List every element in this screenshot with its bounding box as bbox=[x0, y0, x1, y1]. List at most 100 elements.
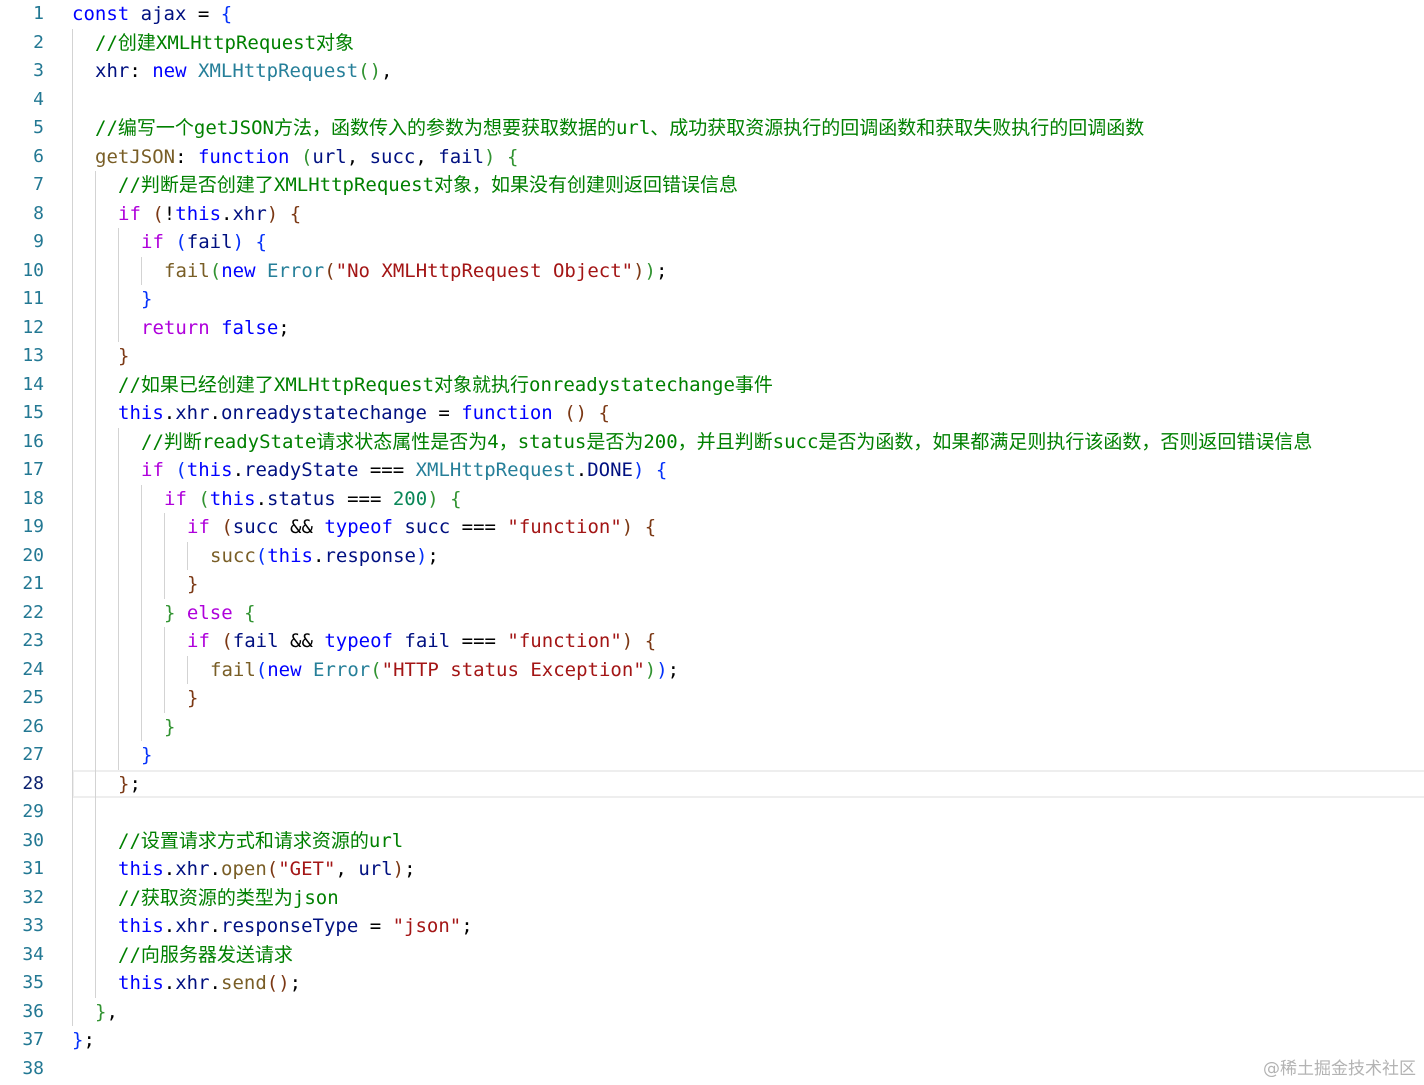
code-line[interactable]: 32 //获取资源的类型为json bbox=[0, 883, 1424, 912]
code-token: . bbox=[163, 858, 176, 880]
indent-guide bbox=[72, 627, 73, 656]
watermark: @稀土掘金技术社区 bbox=[1263, 1059, 1416, 1079]
code-token: send bbox=[221, 972, 267, 994]
indent-guide bbox=[72, 370, 73, 399]
code-token: } bbox=[72, 1029, 84, 1051]
line-number: 8 bbox=[33, 202, 44, 224]
code-line[interactable]: 22} else { bbox=[0, 598, 1424, 627]
code-token: url bbox=[312, 145, 347, 168]
code-token: "GET" bbox=[278, 858, 336, 880]
indent-guide bbox=[72, 142, 73, 171]
code-line[interactable]: 34 //向服务器发送请求 bbox=[0, 940, 1424, 969]
line-number: 2 bbox=[33, 31, 44, 53]
code-line[interactable]: 12 return false; bbox=[0, 313, 1424, 343]
indent-guide bbox=[72, 228, 73, 257]
code-token: ( bbox=[255, 658, 268, 681]
indent-guide bbox=[118, 627, 119, 656]
code-text: return false; bbox=[141, 314, 290, 343]
indent-guide bbox=[95, 855, 96, 884]
code-token: if bbox=[141, 459, 164, 481]
code-line[interactable]: 17 if (this.readyState === XMLHttpRequest… bbox=[0, 456, 1424, 485]
code-line[interactable]: 2 //创建XMLHttpRequest对象 bbox=[0, 28, 1424, 57]
indent-guide bbox=[72, 826, 73, 855]
code-line[interactable]: 21} bbox=[0, 570, 1424, 599]
code-line[interactable]: 38 bbox=[0, 1055, 1424, 1084]
code-line[interactable]: 30 //设置请求方式和请求资源的url bbox=[0, 826, 1424, 855]
code-token: function bbox=[197, 145, 290, 168]
code-line[interactable]: 8 if (!this.xhr) { bbox=[0, 199, 1424, 228]
indent-guide bbox=[95, 712, 96, 741]
code-text: } bbox=[141, 741, 152, 770]
code-line[interactable]: 20 succ(this.response); bbox=[0, 541, 1424, 570]
code-text: getJSON: function (url, succ, fail) { bbox=[95, 143, 518, 172]
code-token: "function" bbox=[507, 630, 622, 652]
code-token: ; bbox=[667, 658, 680, 681]
code-token: xhr bbox=[95, 60, 130, 82]
code-line[interactable]: 18 if (this.status === 200) { bbox=[0, 484, 1424, 513]
code-token: typeof bbox=[324, 516, 393, 538]
code-token: //如果已经创建了XMLHttpRequest对象就执行onreadystate… bbox=[118, 373, 773, 396]
code-token: ; bbox=[278, 316, 290, 339]
code-token: === bbox=[358, 459, 416, 481]
code-line[interactable]: 11} bbox=[0, 285, 1424, 314]
code-line[interactable]: 15 this.xhr.onreadystatechange = function… bbox=[0, 399, 1424, 428]
line-number: 30 bbox=[22, 829, 44, 851]
code-line[interactable]: 10 fail(new Error("No XMLHttpRequest Obje… bbox=[0, 256, 1424, 285]
indent-guide bbox=[118, 541, 119, 570]
indent-guide bbox=[72, 798, 73, 827]
code-token: this bbox=[118, 972, 164, 994]
indent-guide bbox=[95, 741, 96, 770]
code-line[interactable]: 9 if (fail) { bbox=[0, 228, 1424, 257]
code-line[interactable]: 36}, bbox=[0, 997, 1424, 1026]
code-token: } bbox=[164, 715, 176, 738]
code-token: ) bbox=[427, 487, 439, 510]
indent-guide bbox=[118, 228, 119, 257]
code-line[interactable]: 1 const ajax = { bbox=[0, 0, 1424, 29]
code-line[interactable]: 7 //判断是否创建了XMLHttpRequest对象，如果没有创建则返回错误信息 bbox=[0, 171, 1424, 200]
code-token: xhr bbox=[175, 402, 210, 424]
code-token: fail bbox=[404, 630, 451, 652]
code-line[interactable]: 5 //编写一个getJSON方法，函数传入的参数为想要获取数据的url、成功获取… bbox=[0, 114, 1424, 143]
code-line[interactable]: 13} bbox=[0, 342, 1424, 371]
code-editor[interactable]: 1 const ajax = {2//创建XMLHttpRequest对象 3 xhr… bbox=[0, 0, 1424, 1085]
code-line[interactable]: 26} bbox=[0, 712, 1424, 741]
indent-guide bbox=[72, 912, 73, 941]
code-line[interactable]: 25} bbox=[0, 684, 1424, 713]
code-line[interactable]: 6 getJSON: function (url, succ, fail) { bbox=[0, 142, 1424, 172]
code-line[interactable]: 14 //如果已经创建了XMLHttpRequest对象就执行onreadysta… bbox=[0, 370, 1424, 399]
code-token: === bbox=[335, 487, 393, 510]
code-token: fail bbox=[186, 231, 233, 253]
code-token: this bbox=[209, 487, 256, 510]
code-token: fail bbox=[164, 259, 210, 282]
line-number: 1 bbox=[33, 3, 44, 24]
code-token: succ bbox=[210, 544, 256, 567]
code-line[interactable]: 31 this.xhr.open("GET", url); bbox=[0, 855, 1424, 884]
code-token: this bbox=[118, 402, 164, 424]
code-token: } bbox=[95, 1000, 107, 1023]
code-line[interactable]: 3 xhr: new XMLHttpRequest(), bbox=[0, 57, 1424, 86]
line-number: 4 bbox=[33, 88, 44, 110]
code-line[interactable]: 37}; bbox=[0, 1026, 1424, 1055]
code-line[interactable]: 4 bbox=[0, 85, 1424, 114]
code-line[interactable]: 27} bbox=[0, 741, 1424, 770]
code-text: fail(new Error("HTTP status Exception"))… bbox=[210, 656, 679, 685]
code-line[interactable]: 35 this.xhr.send(); bbox=[0, 969, 1424, 998]
code-line[interactable]: 28}; bbox=[0, 769, 1424, 798]
code-token: responseType bbox=[221, 915, 359, 937]
line-number: 5 bbox=[33, 117, 44, 138]
indent-guide bbox=[118, 570, 119, 599]
code-line[interactable]: 23 if (fail && typeof fail === "function"… bbox=[0, 627, 1424, 656]
code-line[interactable]: 24 fail(new Error("HTTP status Exception"… bbox=[0, 655, 1424, 685]
indent-guide bbox=[95, 399, 96, 428]
indent-guide bbox=[72, 484, 73, 513]
code-token: "No XMLHttpRequest Object" bbox=[335, 259, 634, 282]
code-line[interactable]: 33 this.xhr.responseType = "json"; bbox=[0, 912, 1424, 941]
code-line[interactable]: 16 //判断readyState请求状态属性是否为4，status是否为200，… bbox=[0, 427, 1424, 456]
code-token: Error bbox=[267, 259, 325, 282]
code-line[interactable]: 19 if (succ && typeof succ === "function"… bbox=[0, 513, 1424, 542]
code-line[interactable]: 29 bbox=[0, 798, 1424, 827]
code-token: "function" bbox=[507, 516, 622, 538]
